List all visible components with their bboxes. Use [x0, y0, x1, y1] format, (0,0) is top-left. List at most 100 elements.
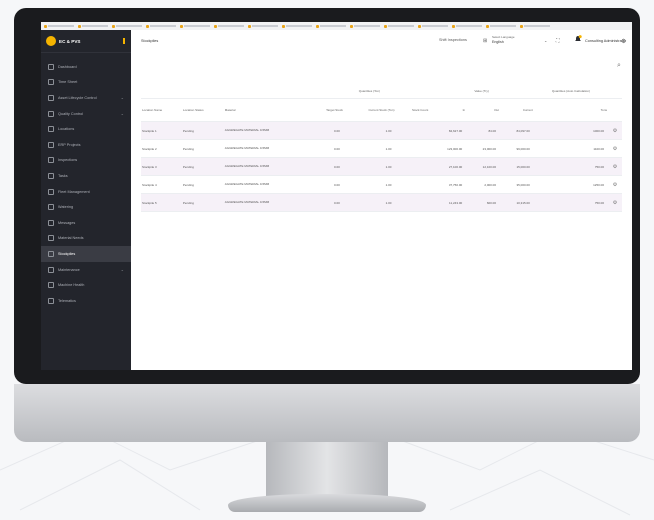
user-name[interactable]: Consulting Administrator	[585, 39, 626, 43]
bookmark-item[interactable]	[78, 24, 108, 28]
column-header[interactable]: Location Status	[181, 98, 224, 122]
bookmark-item[interactable]	[214, 24, 244, 28]
column-header[interactable]: Current Stock (Ton)	[343, 98, 396, 122]
sidebar-item-maintenance[interactable]: Maintenance ⌄	[41, 262, 131, 278]
nav-item-icon	[48, 297, 54, 304]
column-header[interactable]: Tons	[533, 98, 608, 122]
table-cell-location: Stockpile 2	[141, 139, 182, 158]
bookmark-item[interactable]	[146, 24, 176, 28]
nav-item-icon	[48, 235, 54, 242]
bookmark-item[interactable]	[350, 24, 380, 28]
bookmark-item[interactable]	[486, 24, 516, 28]
bookmark-item[interactable]	[452, 24, 482, 28]
chevron-down-icon[interactable]: ⌄	[544, 38, 547, 43]
table-row[interactable]: Stockpile 3 Pending AGGREGATE MATERIAL 0-5…	[141, 157, 622, 176]
bell-icon[interactable]	[574, 35, 582, 43]
sidebar-toggle-icon[interactable]	[123, 38, 125, 44]
table-row[interactable]: Stockpile 2 Pending AGGREGATE MATERIAL 0-5…	[141, 139, 622, 158]
row-settings-icon[interactable]: ⚙	[608, 175, 622, 194]
column-header[interactable]: Material	[223, 98, 310, 122]
table-cell-target: 0.00	[309, 193, 344, 212]
sidebar-item-machine-health[interactable]: Machine Health	[41, 277, 131, 293]
bookmark-item[interactable]	[112, 24, 142, 28]
table-cell-cur: 99,000.00	[500, 139, 534, 158]
sidebar-item-time-sheet[interactable]: Time Sheet	[41, 75, 131, 91]
column-header[interactable]: Target Stock	[309, 98, 344, 122]
sidebar-item-watering[interactable]: Watering	[41, 199, 131, 215]
table-cell-material: AGGREGATE MATERIAL 0-5MM	[223, 121, 310, 140]
search-icon[interactable]: ⌕	[617, 62, 621, 70]
bookmark-item[interactable]	[316, 24, 346, 28]
table-cell-in: 27,100.00	[429, 157, 467, 176]
shift-inspections-link[interactable]: Shift Inspections	[439, 38, 467, 42]
brand[interactable]: EC & PVS	[41, 30, 131, 53]
row-settings-icon[interactable]: ⚙	[608, 157, 622, 176]
nav-item-icon	[48, 157, 54, 164]
sidebar-item-erp-projects[interactable]: ERP Projects	[41, 137, 131, 153]
table-cell-out: 84.00	[466, 121, 501, 140]
bookmark-favicon-icon	[214, 24, 217, 28]
language-select[interactable]: Select Language English	[492, 35, 515, 44]
sidebar-item-inspections[interactable]: Inspections	[41, 153, 131, 169]
sidebar-item-dashboard[interactable]: Dashboard	[41, 59, 131, 75]
chevron-down-icon: ⌄	[120, 267, 124, 273]
sidebar-item-fleet-management[interactable]: Fleet Management	[41, 184, 131, 200]
sidebar-item-messages[interactable]: Messages	[41, 215, 131, 231]
row-settings-icon[interactable]: ⚙	[608, 139, 622, 158]
nav-item-icon	[48, 266, 54, 273]
bookmark-item[interactable]	[520, 24, 550, 28]
main-content: ⌕ Quantities (Ton) Value (Try) Quantitie…	[131, 52, 632, 370]
gear-icon[interactable]: ⚙	[621, 38, 626, 45]
bookmark-label	[184, 25, 210, 27]
nav-item-icon	[48, 172, 54, 179]
table-row[interactable]: Stockpile 5 Pending AGGREGATE MATERIAL 0-5…	[141, 193, 622, 212]
stockpile-table-container: Quantities (Ton) Value (Try) Quantities …	[141, 84, 622, 212]
column-header[interactable]: Location Name	[141, 98, 182, 122]
sidebar-item-label: Quality Control	[58, 111, 84, 116]
monitor-chin	[14, 384, 640, 442]
bookmark-label	[524, 25, 550, 27]
row-settings-icon[interactable]: ⚙	[608, 193, 622, 212]
fullscreen-icon[interactable]: ⛶	[556, 38, 560, 44]
bookmark-favicon-icon	[180, 24, 183, 28]
bookmark-label	[388, 25, 414, 27]
nav-item-icon	[48, 282, 54, 289]
column-header[interactable]: Out	[466, 98, 501, 122]
sidebar-item-locations[interactable]: Locations	[41, 121, 131, 137]
sidebar-item-telematics[interactable]: Telematics	[41, 293, 131, 309]
bookmark-item[interactable]	[180, 24, 210, 28]
sidebar-item-asset-lifecycle-control[interactable]: Asset Lifecycle Control ⌄	[41, 90, 131, 106]
bookmark-label	[48, 25, 74, 27]
table-row[interactable]: Stockpile 1 Pending AGGREGATE MATERIAL 0-5…	[141, 121, 622, 140]
bookmark-favicon-icon	[112, 24, 115, 28]
bookmark-item[interactable]	[418, 24, 448, 28]
bookmark-label	[422, 25, 448, 27]
bookmark-item[interactable]	[384, 24, 414, 28]
bookmark-label	[218, 25, 244, 27]
bookmark-item[interactable]	[248, 24, 278, 28]
column-header[interactable]: In	[429, 98, 467, 122]
sidebar-item-label: Material Needs	[58, 236, 84, 241]
table-cell-current: 1.00	[343, 175, 396, 194]
table-row[interactable]: Stockpile 4 Pending AGGREGATE MATERIAL 0-5…	[141, 175, 622, 194]
bookmark-item[interactable]	[44, 24, 74, 28]
sidebar-item-quality-control[interactable]: Quality Control ⌄	[41, 106, 131, 122]
chevron-down-icon: ⌄	[120, 111, 124, 117]
bookmark-item[interactable]	[282, 24, 312, 28]
table-cell-target: 0.00	[309, 175, 344, 194]
table-cell-material: AGGREGATE MATERIAL 0-5MM	[223, 139, 310, 158]
row-settings-icon[interactable]: ⚙	[608, 121, 622, 140]
sidebar-item-label: ERP Projects	[58, 142, 81, 147]
sidebar-item-label: Maintenance	[58, 267, 80, 272]
sidebar-item-tasks[interactable]: Tasks	[41, 168, 131, 184]
nav-item-icon	[48, 63, 54, 70]
sidebar-item-stockpiles[interactable]: Stockpiles	[41, 246, 131, 262]
grid-icon[interactable]: ⊞	[483, 38, 487, 44]
sidebar-item-material-needs[interactable]: Material Needs	[41, 231, 131, 247]
column-header[interactable]: Current	[500, 98, 534, 122]
table-cell-out: 23,000.00	[466, 139, 501, 158]
column-header[interactable]: Stock Count	[395, 98, 430, 122]
chevron-down-icon: ⌄	[120, 95, 124, 101]
bookmark-label	[82, 25, 108, 27]
table-cell-location: Stockpile 1	[141, 121, 182, 140]
